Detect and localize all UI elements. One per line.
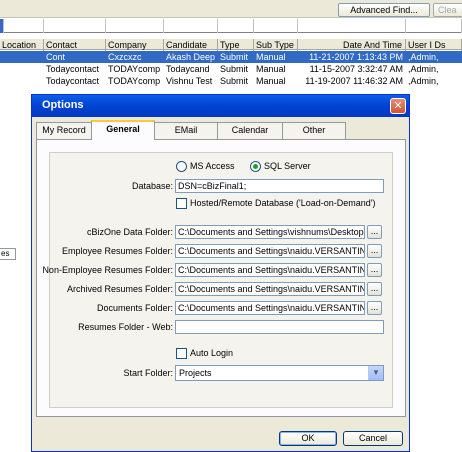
dialog-titlebar[interactable]: Options ✕ <box>32 95 409 117</box>
table-row[interactable]: Todaycontact TODAYcomp Vishnu Test Submi… <box>0 75 462 87</box>
cell-candidate: Akash Deep <box>166 52 216 62</box>
cell-type: Submit <box>220 76 249 86</box>
auto-login-label: Auto Login <box>190 348 234 358</box>
cell-sub-type: Manual <box>256 76 286 86</box>
dialog-title: Options <box>42 99 84 111</box>
close-icon[interactable]: ✕ <box>390 98 406 114</box>
tab-general[interactable]: General <box>91 120 155 140</box>
database-label: Database: <box>131 181 173 191</box>
cell-date-time: 11-19-2007 11:46:32 AM <box>305 76 403 86</box>
data-folder-label: cBizOne Data Folder: <box>86 227 173 237</box>
column-header-company[interactable]: Company <box>106 39 164 51</box>
archived-resumes-input[interactable]: C:\Documents and Settings\naidu.VERSANTI… <box>175 282 365 296</box>
cell-candidate: Vishnu Test <box>166 76 213 86</box>
start-folder-value: Projects <box>179 368 212 378</box>
filter-cell[interactable] <box>406 19 462 33</box>
hosted-database-checkbox[interactable] <box>176 198 187 209</box>
filter-cell[interactable] <box>44 19 106 33</box>
filter-cell[interactable] <box>254 19 298 33</box>
cell-location <box>0 51 44 63</box>
cell-company: TODAYcomp <box>108 76 161 86</box>
non-employee-resumes-input[interactable]: C:\Documents and Settings\naidu.VERSANTI… <box>175 263 365 277</box>
resumes-web-label: Resumes Folder - Web: <box>78 322 173 332</box>
table-row[interactable]: Todaycontact TODAYcomp Todaycand Submit … <box>0 63 462 75</box>
cell-company: Cxzcxzc <box>108 52 142 62</box>
auto-login-checkbox[interactable] <box>176 348 187 359</box>
browse-data-folder-button[interactable]: ... <box>367 225 382 239</box>
bottom-tab[interactable]: es <box>0 248 16 260</box>
cell-candidate: Todaycand <box>166 64 210 74</box>
advanced-find-button[interactable]: Advanced Find... <box>338 3 430 17</box>
start-folder-label: Start Folder: <box>123 368 173 378</box>
browse-archived-resumes-button[interactable]: ... <box>367 282 382 296</box>
filter-cell[interactable] <box>218 19 254 33</box>
tab-other[interactable]: Other <box>282 122 346 139</box>
tab-calendar[interactable]: Calendar <box>217 122 283 139</box>
clear-button[interactable]: Clea <box>433 3 462 17</box>
search-toolbar: Advanced Find... Clea <box>0 0 462 18</box>
cell-sub-type: Manual <box>256 52 286 62</box>
general-tab-panel: MS Access SQL Server Database: DSN=cBizF… <box>36 139 406 417</box>
filter-cell[interactable] <box>4 19 44 33</box>
archived-resumes-label: Archived Resumes Folder: <box>66 284 173 294</box>
cell-location <box>0 75 44 87</box>
cancel-button[interactable]: Cancel <box>343 431 403 446</box>
sql-server-radio[interactable] <box>250 161 261 172</box>
cell-contact: Todaycontact <box>46 76 100 86</box>
filter-cell[interactable] <box>298 19 406 33</box>
hosted-database-label: Hosted/Remote Database ('Load-on-Demand'… <box>190 198 376 208</box>
options-tabs: My Record General EMail Calendar Other <box>36 120 406 140</box>
documents-folder-input[interactable]: C:\Documents and Settings\naidu.VERSANTI… <box>175 301 365 315</box>
table-row[interactable]: Cont Cxzcxzc Akash Deep Submit Manual 11… <box>0 51 462 63</box>
column-header-contact[interactable]: Contact <box>44 39 106 51</box>
ms-access-label: MS Access <box>190 161 235 171</box>
cell-user-ids: ,Admin, <box>408 52 439 62</box>
cell-date-time: 11-15-2007 3:32:47 AM <box>309 64 403 74</box>
filter-cell[interactable] <box>164 19 218 33</box>
browse-non-employee-resumes-button[interactable]: ... <box>367 263 382 277</box>
browse-employee-resumes-button[interactable]: ... <box>367 244 382 258</box>
cell-user-ids: ,Admin, <box>408 64 439 74</box>
employee-resumes-input[interactable]: C:\Documents and Settings\naidu.VERSANTI… <box>175 244 365 258</box>
ms-access-radio[interactable] <box>176 161 187 172</box>
cell-user-ids: ,Admin, <box>408 76 439 86</box>
employee-resumes-label: Employee Resumes Folder: <box>61 246 173 256</box>
cell-company: TODAYcomp <box>108 64 161 74</box>
options-dialog: Options ✕ My Record General EMail Calend… <box>31 94 410 452</box>
ok-button[interactable]: OK <box>279 431 337 446</box>
documents-folder-label: Documents Folder: <box>96 303 173 313</box>
column-header-user-ids[interactable]: User I Ds <box>406 39 462 51</box>
start-folder-select[interactable]: Projects ▼ <box>175 365 384 381</box>
tab-my-record[interactable]: My Record <box>36 122 92 139</box>
cell-contact: Todaycontact <box>46 64 100 74</box>
cell-sub-type: Manual <box>256 64 286 74</box>
database-input[interactable]: DSN=cBizFinal1; <box>175 179 384 193</box>
cell-type: Submit <box>220 64 249 74</box>
filter-cell[interactable] <box>106 19 164 33</box>
column-header-location[interactable]: Location <box>0 39 44 51</box>
column-header-date-time[interactable]: Date And Time <box>298 39 406 51</box>
column-header-candidate[interactable]: Candidate <box>164 39 218 51</box>
cell-date-time: 11-21-2007 1:13:43 PM <box>309 52 403 62</box>
filter-row <box>0 19 462 33</box>
column-header-type[interactable]: Type <box>218 39 254 51</box>
sql-server-label: SQL Server <box>264 161 311 171</box>
chevron-down-icon[interactable]: ▼ <box>368 366 383 380</box>
column-header-sub-type[interactable]: Sub Type <box>254 39 298 51</box>
browse-documents-folder-button[interactable]: ... <box>367 301 382 315</box>
non-employee-resumes-label: Non-Employee Resumes Folder: <box>42 265 173 275</box>
general-settings-group: MS Access SQL Server Database: DSN=cBizF… <box>42 152 393 408</box>
cell-location <box>0 63 44 75</box>
tab-email[interactable]: EMail <box>154 122 218 139</box>
cell-contact: Cont <box>46 52 66 62</box>
grid-header: Location Contact Company Candidate Type … <box>0 38 462 51</box>
resumes-web-input[interactable] <box>175 320 384 334</box>
cell-type: Submit <box>220 52 249 62</box>
data-folder-input[interactable]: C:\Documents and Settings\vishnums\Deskt… <box>175 225 365 239</box>
